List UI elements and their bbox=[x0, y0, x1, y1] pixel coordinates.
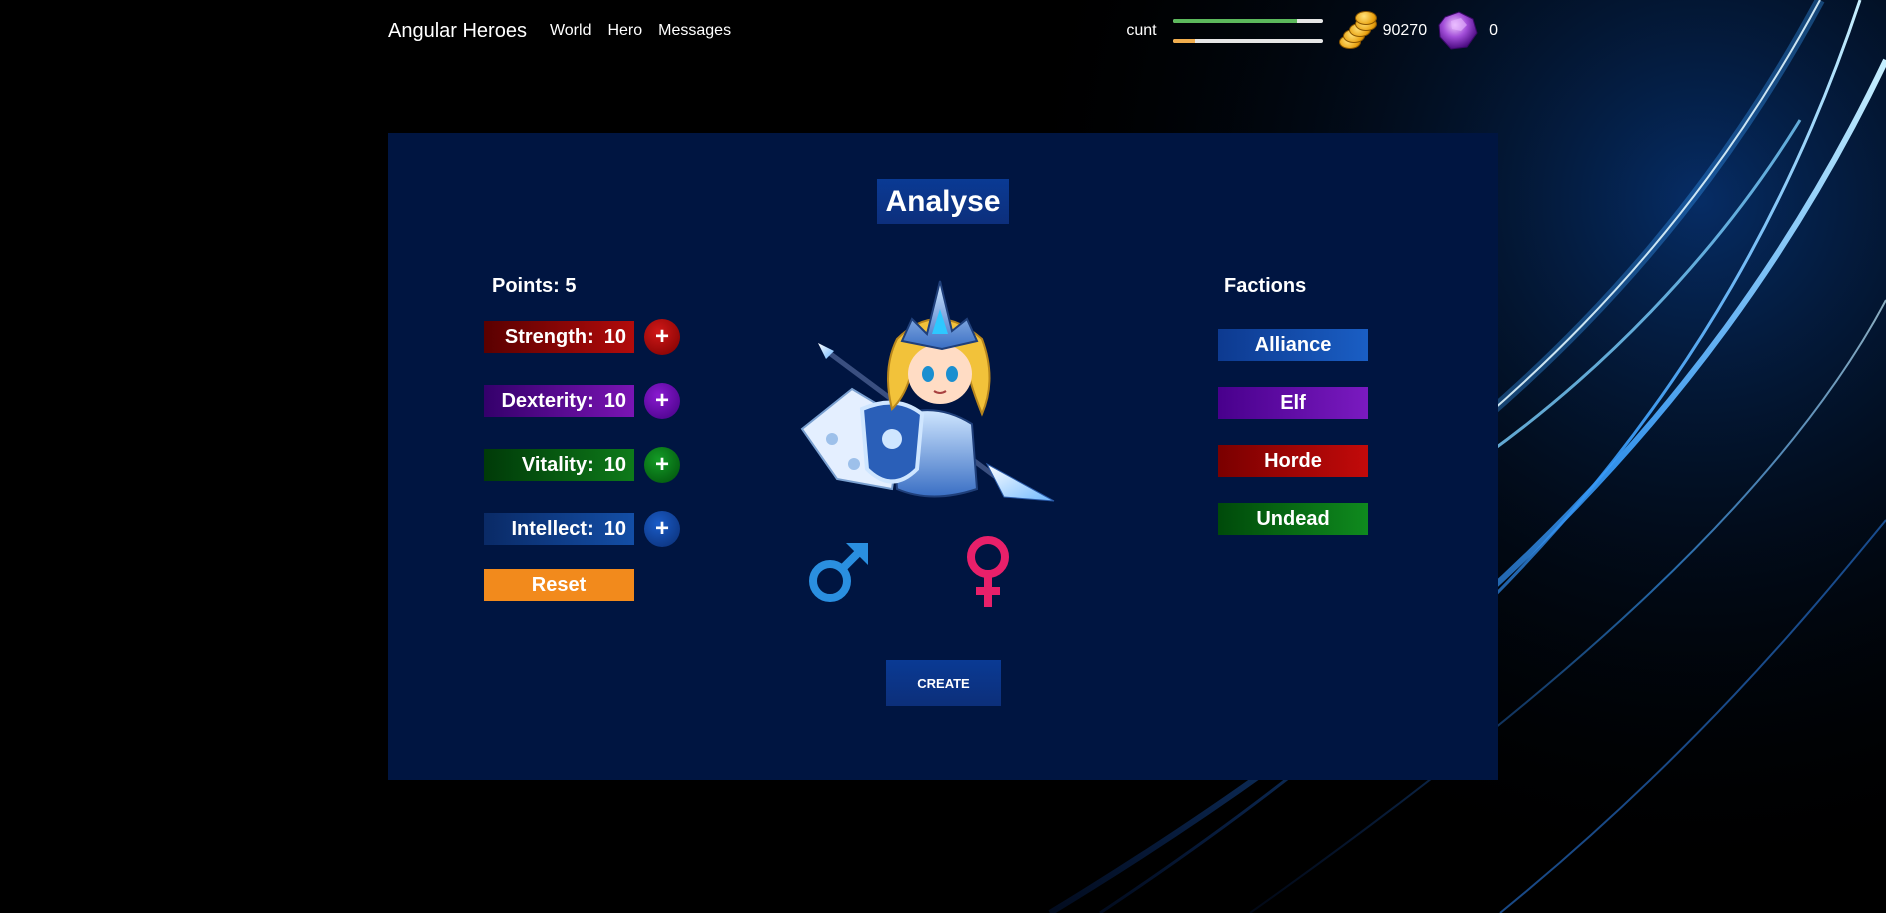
stat-dexterity-value: 10 bbox=[603, 389, 626, 412]
faction-undead[interactable]: Undead bbox=[1218, 503, 1368, 535]
stat-vitality: Vitality: 10 bbox=[484, 449, 634, 481]
add-dexterity-button[interactable]: + bbox=[644, 383, 680, 419]
reset-button[interactable]: Reset bbox=[484, 569, 634, 601]
hero-portrait bbox=[782, 279, 1082, 524]
faction-alliance[interactable]: Alliance bbox=[1218, 329, 1368, 361]
hero-creation-panel: Analyse Points: 5 Strength: 10 + Dexteri… bbox=[388, 133, 1498, 780]
experience-bar bbox=[1172, 39, 1323, 43]
stat-strength: Strength: 10 bbox=[484, 321, 634, 353]
points-remaining: Points: 5 bbox=[492, 275, 577, 297]
faction-elf[interactable]: Elf bbox=[1218, 387, 1368, 419]
status-bars bbox=[1172, 19, 1323, 43]
male-symbol-icon[interactable] bbox=[806, 539, 872, 610]
create-button[interactable]: CREATE bbox=[886, 660, 1001, 706]
username[interactable]: cunt bbox=[1126, 22, 1156, 40]
stat-dexterity-label: Dexterity: bbox=[501, 389, 594, 412]
experience-bar-fill bbox=[1172, 39, 1196, 43]
stat-vitality-value: 10 bbox=[603, 453, 626, 476]
health-bar bbox=[1172, 19, 1323, 23]
top-navbar: Angular Heroes World Hero Messages cunt … bbox=[388, 0, 1498, 62]
stat-dexterity: Dexterity: 10 bbox=[484, 385, 634, 417]
factions-title: Factions bbox=[1224, 275, 1307, 297]
stat-intellect: Intellect: 10 bbox=[484, 513, 634, 545]
brand-link[interactable]: Angular Heroes bbox=[388, 20, 527, 43]
page-title: Analyse bbox=[877, 179, 1009, 224]
nav-link-hero[interactable]: Hero bbox=[607, 22, 642, 40]
add-vitality-button[interactable]: + bbox=[644, 447, 680, 483]
female-symbol-icon[interactable] bbox=[964, 535, 1012, 614]
gold-amount: 90270 bbox=[1382, 22, 1428, 39]
nav-link-world[interactable]: World bbox=[550, 22, 592, 40]
stat-vitality-label: Vitality: bbox=[521, 453, 594, 476]
user-status: cunt 90270 0 bbox=[1126, 0, 1498, 62]
faction-horde[interactable]: Horde bbox=[1218, 445, 1368, 477]
gold-coins-icon bbox=[1337, 9, 1381, 53]
stat-intellect-value: 10 bbox=[603, 517, 626, 540]
stat-intellect-label: Intellect: bbox=[511, 517, 594, 540]
stat-strength-value: 10 bbox=[603, 325, 626, 348]
add-intellect-button[interactable]: + bbox=[644, 511, 680, 547]
purple-gem-icon bbox=[1437, 11, 1479, 51]
add-strength-button[interactable]: + bbox=[644, 319, 680, 355]
gem-amount: 0 bbox=[1489, 22, 1498, 39]
stat-strength-label: Strength: bbox=[504, 325, 594, 348]
health-bar-fill bbox=[1172, 19, 1298, 23]
nav-link-messages[interactable]: Messages bbox=[658, 22, 731, 40]
